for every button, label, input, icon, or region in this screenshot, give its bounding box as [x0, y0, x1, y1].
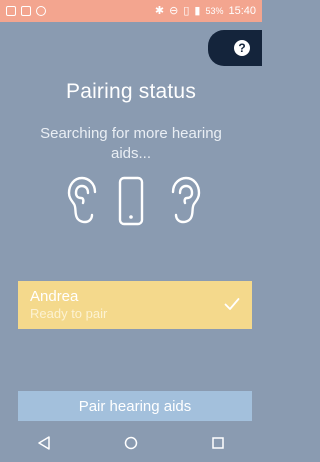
page-subtitle: Searching for more hearing aids... — [40, 125, 222, 162]
pairing-illustration — [0, 176, 262, 252]
do-not-disturb-icon: ⊖ — [169, 4, 179, 17]
status-bar-left — [6, 6, 46, 16]
home-icon — [124, 436, 138, 450]
battery-percent: 53% — [205, 6, 224, 16]
status-bar-right: ✱ ⊖ ▯ ▮ 53% 15:40 — [155, 5, 256, 17]
right-ear-icon — [171, 176, 201, 224]
page-title: Pairing status — [65, 80, 197, 103]
help-icon: ? — [234, 40, 250, 56]
vibrate-icon: ▯ — [183, 4, 190, 17]
nav-back-button[interactable] — [33, 432, 55, 454]
nav-home-button[interactable] — [120, 432, 142, 454]
image-icon — [21, 6, 31, 16]
battery-icon: ▮ — [194, 4, 201, 17]
location-icon — [36, 6, 46, 16]
clock: 15:40 — [228, 5, 256, 17]
phone-icon — [118, 176, 144, 226]
device-status: Ready to pair — [30, 306, 108, 321]
back-icon — [37, 436, 50, 450]
status-bar: ✱ ⊖ ▯ ▮ 53% 15:40 — [0, 0, 262, 22]
device-list-item[interactable]: Andrea Ready to pair — [18, 281, 252, 329]
help-button[interactable]: ? — [208, 30, 262, 66]
device-name: Andrea — [30, 288, 79, 305]
image-icon — [6, 6, 16, 16]
bluetooth-icon: ✱ — [154, 4, 165, 17]
nav-recents-button[interactable] — [207, 432, 229, 454]
pair-hearing-aids-button[interactable]: Pair hearing aids — [18, 391, 252, 421]
checkmark-icon — [224, 298, 240, 310]
system-nav-bar — [0, 424, 262, 462]
recents-icon — [212, 437, 225, 449]
left-ear-icon — [67, 176, 97, 224]
